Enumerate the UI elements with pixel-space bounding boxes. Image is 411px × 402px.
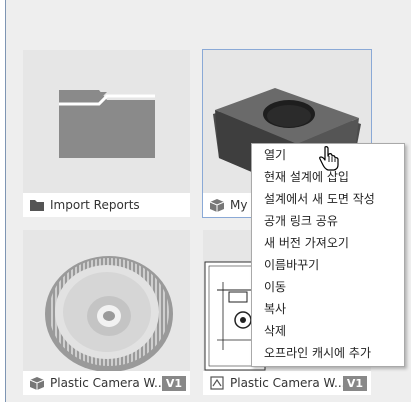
card-name: Import Reports xyxy=(50,198,140,212)
menu-item-upload-new-version[interactable]: 새 버전 가져오기 xyxy=(252,232,404,254)
context-menu: 열기 현재 설계에 삽입 설계에서 새 도면 작성 공개 링크 공유 새 버전 … xyxy=(251,143,405,367)
menu-item-add-offline-cache[interactable]: 오프라인 캐시에 추가 xyxy=(252,342,404,364)
menu-item-copy[interactable]: 복사 xyxy=(252,298,404,320)
design-card-plastic-camera-1[interactable]: Plastic Camera W... V1 xyxy=(23,230,190,395)
menu-item-delete[interactable]: 삭제 xyxy=(252,320,404,342)
version-badge: V1 xyxy=(161,375,186,391)
cube-icon xyxy=(209,199,225,212)
menu-item-new-drawing-from-design[interactable]: 설계에서 새 도면 작성 xyxy=(252,188,404,210)
folder-thumbnail xyxy=(59,90,155,158)
menu-item-rename[interactable]: 이름바꾸기 xyxy=(252,254,404,276)
card-caption: Plastic Camera W... V1 xyxy=(203,371,371,395)
menu-item-share-public-link[interactable]: 공개 링크 공유 xyxy=(252,210,404,232)
gear-thumbnail xyxy=(45,256,173,372)
hand-pointer-icon xyxy=(319,146,339,171)
card-caption: Import Reports xyxy=(23,193,190,217)
drawing-icon xyxy=(210,376,224,390)
cube-icon xyxy=(29,377,45,390)
card-name: Plastic Camera W... xyxy=(50,376,162,390)
version-badge: V1 xyxy=(342,375,367,391)
card-caption: Plastic Camera W... V1 xyxy=(23,371,190,395)
folder-card-import-reports[interactable]: Import Reports xyxy=(23,50,190,217)
folder-icon xyxy=(30,200,44,211)
card-name: Plastic Camera W... xyxy=(230,376,343,390)
menu-item-move[interactable]: 이동 xyxy=(252,276,404,298)
